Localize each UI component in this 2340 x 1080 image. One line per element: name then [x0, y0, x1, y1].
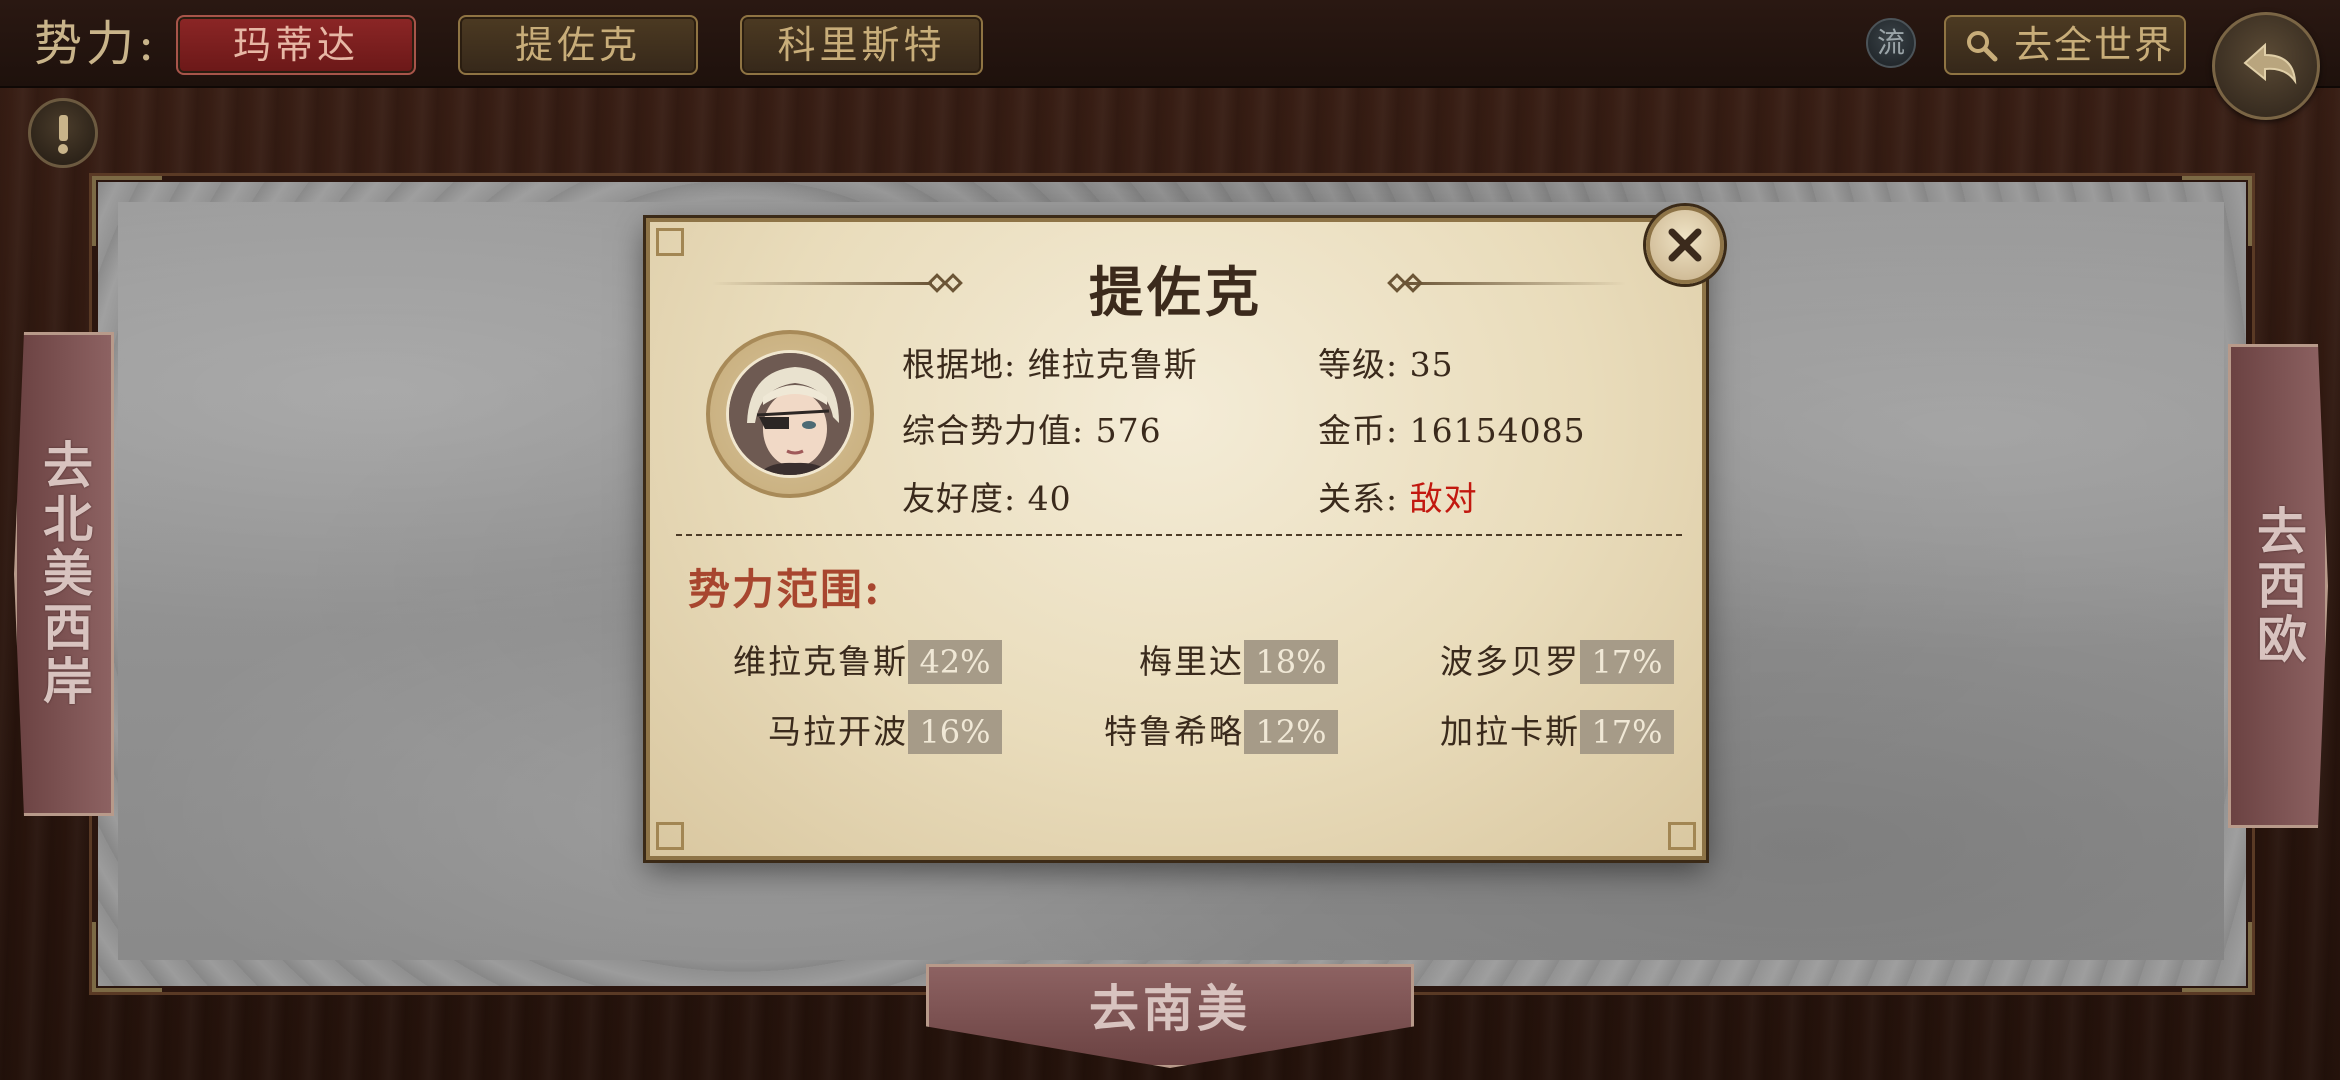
- base-key: 根据地:: [902, 345, 1017, 384]
- level-key: 等级:: [1318, 345, 1399, 384]
- info-gold: 金币: 16154085: [1318, 404, 1586, 452]
- info-level: 等级: 35: [1318, 338, 1454, 386]
- frame-corner: [92, 176, 162, 246]
- avatar-portrait: [726, 350, 854, 478]
- range-city: 特鲁希略: [1104, 712, 1244, 751]
- range-item: 马拉开波 16%: [690, 710, 1002, 754]
- range-percent: 16%: [908, 710, 1002, 754]
- back-arrow-icon: [2243, 42, 2297, 85]
- gold-key: 金币:: [1318, 411, 1399, 450]
- close-button[interactable]: [1646, 206, 1724, 284]
- frame-corner: [2182, 922, 2252, 992]
- range-percent: 17%: [1580, 710, 1674, 754]
- range-city: 维拉克鲁斯: [733, 642, 908, 681]
- power-value: 576: [1095, 411, 1162, 450]
- dialog-title: 提佐克: [1089, 260, 1263, 324]
- friendliness-value: 40: [1027, 479, 1072, 518]
- range-city: 加拉卡斯: [1440, 712, 1580, 751]
- avatar-frame: [706, 330, 874, 498]
- range-city: 梅里达: [1139, 642, 1244, 681]
- alert-icon: [58, 115, 68, 154]
- close-icon: [1668, 228, 1702, 262]
- range-title: 势力范围:: [688, 565, 882, 614]
- range-item: 加拉卡斯 17%: [1362, 710, 1674, 754]
- frame-corner: [92, 922, 162, 992]
- relation-value: 敌对: [1409, 479, 1478, 518]
- info-relation: 关系: 敌对: [1318, 472, 1478, 520]
- go-west-europe-button[interactable]: 去西欧: [2228, 344, 2328, 828]
- level-value: 35: [1409, 345, 1454, 384]
- divider: [676, 534, 1682, 536]
- range-item: 维拉克鲁斯 42%: [690, 640, 1002, 684]
- range-percent: 12%: [1244, 710, 1338, 754]
- go-north-america-west-button[interactable]: 去北美西岸: [14, 332, 114, 816]
- tab-faction-3[interactable]: 科里斯特: [740, 15, 983, 75]
- dialog-corner: [1668, 822, 1696, 850]
- range-percent: 42%: [908, 640, 1002, 684]
- search-icon: [1964, 21, 1998, 77]
- faction-info-dialog: 提佐克 根据地: 维拉克鲁斯 等级: 35 综合势力值: 576 金币: 161…: [646, 218, 1706, 860]
- range-item: 梅里达 18%: [1026, 640, 1338, 684]
- range-item: 特鲁希略 12%: [1026, 710, 1338, 754]
- relation-key: 关系:: [1318, 479, 1399, 518]
- faction-label: 势力:: [34, 16, 159, 72]
- go-world-button[interactable]: 去全世界: [1944, 15, 2186, 75]
- friendliness-key: 友好度:: [902, 479, 1017, 518]
- tab-faction-1[interactable]: 玛蒂达: [176, 15, 416, 75]
- top-bar: 势力: 玛蒂达 提佐克 科里斯特 流 去全世界: [0, 0, 2340, 88]
- back-button[interactable]: [2212, 12, 2320, 120]
- frame-corner: [2182, 176, 2252, 246]
- range-percent: 17%: [1580, 640, 1674, 684]
- info-friendliness: 友好度: 40: [902, 472, 1072, 520]
- tab-faction-2[interactable]: 提佐克: [458, 15, 698, 75]
- flow-button[interactable]: 流: [1866, 18, 1916, 68]
- range-city: 波多贝罗: [1440, 642, 1580, 681]
- dialog-corner: [656, 822, 684, 850]
- gold-value: 16154085: [1409, 411, 1586, 450]
- base-value: 维拉克鲁斯: [1027, 345, 1198, 384]
- power-key: 综合势力值:: [902, 411, 1085, 450]
- go-world-label: 去全世界: [2014, 23, 2175, 67]
- info-base: 根据地: 维拉克鲁斯: [902, 338, 1198, 386]
- info-power: 综合势力值: 576: [902, 404, 1162, 452]
- range-item: 波多贝罗 17%: [1362, 640, 1674, 684]
- range-percent: 18%: [1244, 640, 1338, 684]
- go-south-america-button[interactable]: 去南美: [926, 964, 1414, 1068]
- alert-button[interactable]: [28, 98, 98, 168]
- range-city: 马拉开波: [768, 712, 908, 751]
